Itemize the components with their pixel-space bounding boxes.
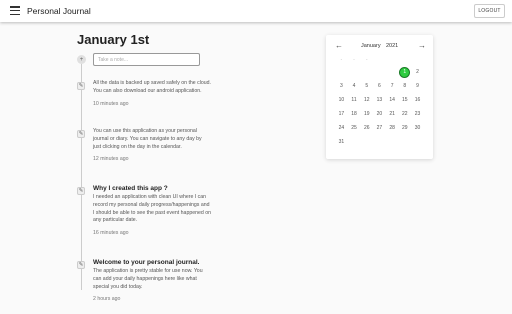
app-bar: Personal Journal LOGOUT xyxy=(0,0,512,22)
entry-body: You can use this application as your per… xyxy=(93,128,202,150)
calendar-weekday xyxy=(373,57,386,62)
calendar-weekdays: --- xyxy=(335,57,425,62)
journal-entry: Why I created this app ? I needed an app… xyxy=(93,185,211,236)
calendar-year[interactable]: 2021 xyxy=(386,43,398,49)
calendar-day[interactable]: 16 xyxy=(411,93,424,107)
calendar-empty-cell xyxy=(386,65,399,79)
calendar-day[interactable]: 8 xyxy=(398,79,411,93)
calendar-day[interactable]: 7 xyxy=(386,79,399,93)
calendar-day[interactable]: 5 xyxy=(360,79,373,93)
calendar-day[interactable]: 9 xyxy=(411,79,424,93)
calendar-day[interactable]: 13 xyxy=(373,93,386,107)
menu-icon[interactable] xyxy=(10,6,20,15)
calendar-day[interactable]: 23 xyxy=(411,107,424,121)
calendar-empty-cell xyxy=(348,65,361,79)
page-title: January 1st xyxy=(77,32,150,47)
logout-button[interactable]: LOGOUT xyxy=(474,4,505,18)
calendar-empty-cell xyxy=(386,135,399,149)
entry-body: The application is pretty stable for use… xyxy=(93,268,203,290)
calendar-empty-cell xyxy=(373,65,386,79)
calendar-weekday: - xyxy=(365,57,368,62)
edit-icon[interactable]: ✎ xyxy=(77,130,85,138)
calendar-day[interactable]: 21 xyxy=(386,107,399,121)
calendar-empty-cell xyxy=(360,135,373,149)
edit-icon[interactable]: ✎ xyxy=(77,82,85,90)
calendar-grid: 1 2 3 4 5 6 7 8 9 10 11 12 13 14 15 16 17 18 19 20 21 22 23 24 2… xyxy=(335,65,425,149)
calendar-day[interactable]: 26 xyxy=(360,121,373,135)
calendar-weekday xyxy=(411,57,424,62)
calendar-weekday xyxy=(398,57,411,62)
chevron-right-icon[interactable]: → xyxy=(418,41,426,50)
calendar-day[interactable]: 22 xyxy=(398,107,411,121)
calendar-day[interactable]: 29 xyxy=(398,121,411,135)
journal-entry: Welcome to your personal journal. The ap… xyxy=(93,259,211,302)
journal-entry: All the data is backed up saved safely o… xyxy=(93,80,211,107)
calendar-day[interactable]: 30 xyxy=(411,121,424,135)
calendar: ← January 2021 → --- 1 2 3 4 5 6 7 8 9 10 11 12 13 14… xyxy=(326,35,433,159)
entry-time: 2 hours ago xyxy=(93,296,121,303)
entry-title: Welcome to your personal journal. xyxy=(93,259,200,266)
calendar-day[interactable]: 10 xyxy=(335,93,348,107)
calendar-day[interactable]: 6 xyxy=(373,79,386,93)
calendar-weekday: - xyxy=(340,57,343,62)
calendar-day[interactable]: 25 xyxy=(348,121,361,135)
calendar-empty-cell xyxy=(335,65,348,79)
calendar-day[interactable]: 18 xyxy=(348,107,361,121)
calendar-day[interactable]: 1 xyxy=(398,65,411,79)
calendar-empty-cell xyxy=(398,135,411,149)
entry-body: I needed an application with clean UI wh… xyxy=(93,194,211,224)
calendar-day[interactable]: 15 xyxy=(398,93,411,107)
app-title: Personal Journal xyxy=(27,6,91,16)
add-note-icon: + xyxy=(77,55,86,64)
journal-entry: You can use this application as your per… xyxy=(93,128,211,162)
calendar-day[interactable]: 14 xyxy=(386,93,399,107)
entry-time: 16 minutes ago xyxy=(93,230,129,237)
calendar-weekday: - xyxy=(353,57,355,62)
entry-title: Why I created this app ? xyxy=(93,185,168,192)
calendar-day[interactable]: 31 xyxy=(335,135,348,149)
entry-body: All the data is backed up saved safely o… xyxy=(93,80,211,94)
calendar-month[interactable]: January xyxy=(361,43,381,49)
timeline-line xyxy=(81,60,82,290)
calendar-day[interactable]: 2 xyxy=(411,65,424,79)
calendar-day[interactable]: 3 xyxy=(335,79,348,93)
calendar-empty-cell xyxy=(348,135,361,149)
calendar-empty-cell xyxy=(360,65,373,79)
calendar-header: ← January 2021 → xyxy=(326,41,433,53)
calendar-day[interactable]: 28 xyxy=(386,121,399,135)
calendar-day[interactable]: 12 xyxy=(360,93,373,107)
entry-time: 12 minutes ago xyxy=(93,156,129,163)
entry-time: 10 minutes ago xyxy=(93,100,129,107)
calendar-day[interactable]: 17 xyxy=(335,107,348,121)
calendar-weekday xyxy=(386,57,399,62)
calendar-empty-cell xyxy=(411,135,424,149)
calendar-day[interactable]: 4 xyxy=(348,79,361,93)
calendar-day[interactable]: 24 xyxy=(335,121,348,135)
chevron-left-icon[interactable]: ← xyxy=(335,41,343,50)
edit-icon[interactable]: ✎ xyxy=(77,261,85,269)
calendar-day[interactable]: 20 xyxy=(373,107,386,121)
calendar-day[interactable]: 27 xyxy=(373,121,386,135)
calendar-day[interactable]: 19 xyxy=(360,107,373,121)
calendar-day[interactable]: 11 xyxy=(348,93,361,107)
edit-icon[interactable]: ✎ xyxy=(77,187,85,195)
calendar-empty-cell xyxy=(373,135,386,149)
note-input[interactable] xyxy=(93,53,200,66)
